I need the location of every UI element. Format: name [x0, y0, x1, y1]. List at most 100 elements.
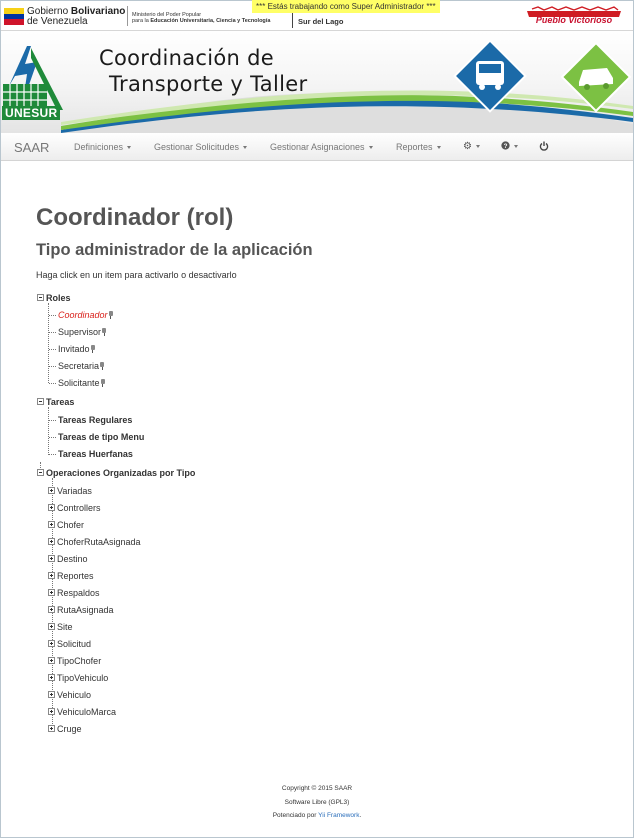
collapse-icon[interactable]	[37, 398, 44, 405]
operation-item-destino[interactable]: Destino	[48, 554, 88, 564]
expand-icon[interactable]	[48, 572, 55, 579]
tree-node-tareas[interactable]: Tareas	[37, 397, 74, 407]
menu-reportes[interactable]: Reportes	[396, 142, 441, 152]
help-icon: ?	[501, 141, 510, 150]
operation-label: Reportes	[57, 571, 94, 581]
role-item-solicitante[interactable]: Solicitante	[58, 378, 105, 388]
menu-gestionar-solicitudes[interactable]: Gestionar Solicitudes	[154, 142, 248, 152]
page-subtitle: Tipo administrador de la aplicación	[36, 241, 313, 259]
role-item-invitado[interactable]: Invitado	[58, 344, 95, 354]
tree-node-operaciones[interactable]: Operaciones Organizadas por Tipo	[37, 468, 195, 478]
logout-button[interactable]	[539, 141, 549, 153]
expand-icon[interactable]	[48, 589, 55, 596]
tree-line	[49, 315, 56, 316]
expand-icon[interactable]	[48, 640, 55, 647]
expand-icon[interactable]	[48, 725, 55, 732]
menu-definiciones[interactable]: Definiciones	[74, 142, 132, 152]
menu-gestionar-asignaciones[interactable]: Gestionar Asignaciones	[270, 142, 373, 152]
brand-link[interactable]: SAAR	[14, 140, 49, 155]
role-item-secretaria[interactable]: Secretaria	[58, 361, 105, 371]
tree-line	[49, 420, 56, 421]
task-item-regulares[interactable]: Tareas Regulares	[58, 415, 132, 425]
tree-line	[49, 383, 56, 384]
operation-item-site[interactable]: Site	[48, 622, 73, 632]
instructions-text: Haga click en un item para activarlo o d…	[36, 270, 237, 280]
help-menu[interactable]: ?	[501, 141, 518, 152]
settings-menu[interactable]: ⚙	[463, 141, 480, 152]
operation-item-variadas[interactable]: Variadas	[48, 486, 92, 496]
banner-title: Coordinación de Transporte y Taller	[99, 46, 308, 96]
footer-license: Software Libre (GPL3)	[284, 799, 350, 806]
banner-swoosh	[61, 90, 633, 133]
gov-name: Gobierno Bolivariano de Venezuela	[27, 6, 126, 27]
caret-down-icon	[475, 144, 480, 148]
expand-icon[interactable]	[48, 708, 55, 715]
operation-label: VehiculoMarca	[57, 707, 117, 717]
operation-item-respaldos[interactable]: Respaldos	[48, 588, 100, 598]
task-item-huerfanas[interactable]: Tareas Huerfanas	[58, 449, 133, 459]
caret-down-icon	[514, 144, 518, 148]
operation-label: ChoferRutaAsignada	[57, 537, 141, 547]
caret-down-icon	[368, 146, 373, 150]
expand-icon[interactable]	[48, 555, 55, 562]
pin-icon	[108, 311, 113, 319]
operation-item-rutaasignada[interactable]: RutaAsignada	[48, 605, 114, 615]
admin-notice: *** Estás trabajando como Super Administ…	[252, 0, 440, 13]
operation-item-reportes[interactable]: Reportes	[48, 571, 94, 581]
expand-icon[interactable]	[48, 487, 55, 494]
operation-label: TipoChofer	[57, 656, 102, 666]
header-banner: UNESUR Coordinación de Transporte y Tall…	[1, 32, 633, 133]
unesur-label: UNESUR	[2, 106, 61, 120]
tree-node-roles[interactable]: Roles	[37, 293, 71, 303]
operation-label: Cruge	[57, 724, 82, 734]
pin-icon	[100, 362, 105, 370]
operation-item-vehiculomarca[interactable]: VehiculoMarca	[48, 707, 116, 717]
operation-item-cruge[interactable]: Cruge	[48, 724, 82, 734]
expand-icon[interactable]	[48, 521, 55, 528]
operation-label: Chofer	[57, 520, 85, 530]
tree-line	[49, 454, 56, 455]
expand-icon[interactable]	[48, 606, 55, 613]
operation-item-controllers[interactable]: Controllers	[48, 503, 101, 513]
caret-down-icon	[127, 146, 132, 150]
operation-label: Site	[57, 622, 73, 632]
tree-line	[49, 437, 56, 438]
page-title: Coordinador (rol)	[36, 204, 234, 231]
operation-label: Solicitud	[57, 639, 92, 649]
footer-copyright: Copyright © 2015 SAAR	[281, 785, 353, 792]
operation-label: Vehiculo	[57, 690, 92, 700]
venezuela-flag-icon	[4, 8, 24, 25]
tree-line	[48, 407, 49, 455]
operation-item-chofer[interactable]: Chofer	[48, 520, 84, 530]
power-icon	[539, 141, 549, 151]
task-item-menu[interactable]: Tareas de tipo Menu	[58, 432, 144, 442]
caret-down-icon	[243, 146, 248, 150]
expand-icon[interactable]	[48, 657, 55, 664]
operation-label: Destino	[57, 554, 88, 564]
operation-item-vehiculo[interactable]: Vehiculo	[48, 690, 91, 700]
collapse-icon[interactable]	[37, 469, 44, 476]
operation-label: Respaldos	[57, 588, 100, 598]
pin-icon	[102, 328, 107, 336]
bus-diamond-icon	[453, 39, 527, 113]
expand-icon[interactable]	[48, 674, 55, 681]
gear-icon: ⚙	[463, 141, 472, 152]
expand-icon[interactable]	[48, 691, 55, 698]
operation-label: RutaAsignada	[57, 605, 114, 615]
expand-icon[interactable]	[48, 504, 55, 511]
pin-icon	[100, 379, 105, 387]
van-diamond-icon	[560, 41, 632, 113]
operation-item-tipochofer[interactable]: TipoChofer	[48, 656, 101, 666]
operation-label: Variadas	[57, 486, 92, 496]
collapse-icon[interactable]	[37, 294, 44, 301]
expand-icon[interactable]	[48, 623, 55, 630]
svg-text:?: ?	[504, 143, 508, 150]
role-item-supervisor[interactable]: Supervisor	[58, 327, 107, 337]
operation-item-tipovehiculo[interactable]: TipoVehiculo	[48, 673, 108, 683]
role-item-coordinador[interactable]: Coordinador	[58, 310, 113, 320]
operation-item-choferrutaasignada[interactable]: ChoferRutaAsignada	[48, 537, 141, 547]
yii-framework-link[interactable]: Yii Framework	[318, 812, 359, 819]
expand-icon[interactable]	[48, 538, 55, 545]
operation-item-solicitud[interactable]: Solicitud	[48, 639, 91, 649]
tree-line	[40, 462, 41, 468]
